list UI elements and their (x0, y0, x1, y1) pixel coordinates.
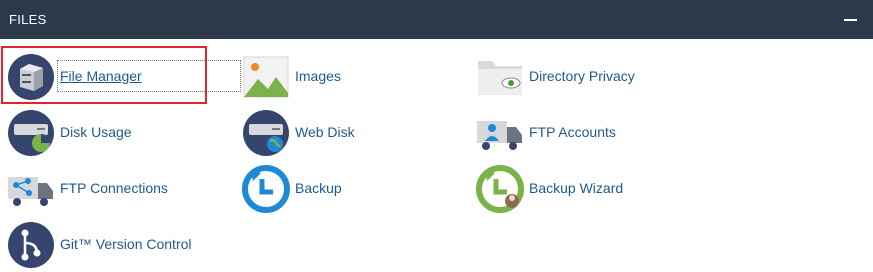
web-disk-label: Web Disk (295, 124, 355, 140)
git-version-control-link[interactable]: Git™ Version Control (7, 221, 227, 271)
disk-usage-link[interactable]: Disk Usage (7, 109, 207, 159)
collapse-minus-icon[interactable] (844, 12, 857, 26)
backup-link[interactable]: Backup (242, 165, 442, 215)
ftp-accounts-label: FTP Accounts (529, 124, 616, 140)
directory-privacy-label: Directory Privacy (529, 68, 635, 84)
ftp-connections-link[interactable]: FTP Connections (7, 165, 207, 215)
ftp-accounts-icon (477, 121, 522, 150)
disk-usage-icon (8, 110, 54, 156)
backup-wizard-link[interactable]: Backup Wizard (476, 165, 696, 215)
web-disk-link[interactable]: Web Disk (242, 109, 442, 159)
highlight-annotation (1, 46, 207, 104)
git-version-control-label: Git™ Version Control (60, 236, 192, 252)
backup-wizard-icon (476, 165, 524, 213)
backup-label: Backup (295, 180, 342, 196)
backup-icon (242, 165, 290, 213)
ftp-connections-icon (8, 177, 53, 206)
disk-usage-label: Disk Usage (60, 124, 132, 140)
panel-title: FILES (9, 12, 47, 27)
files-panel-header[interactable]: FILES (0, 0, 873, 39)
backup-wizard-label: Backup Wizard (529, 180, 624, 196)
images-icon (243, 56, 289, 98)
images-label: Images (295, 68, 341, 84)
web-disk-icon (243, 110, 289, 156)
directory-privacy-link[interactable]: Directory Privacy (476, 53, 696, 103)
ftp-connections-label: FTP Connections (60, 180, 168, 196)
images-link[interactable]: Images (242, 53, 442, 103)
directory-privacy-icon (478, 61, 522, 95)
ftp-accounts-link[interactable]: FTP Accounts (476, 109, 696, 159)
git-version-control-icon (8, 222, 54, 268)
